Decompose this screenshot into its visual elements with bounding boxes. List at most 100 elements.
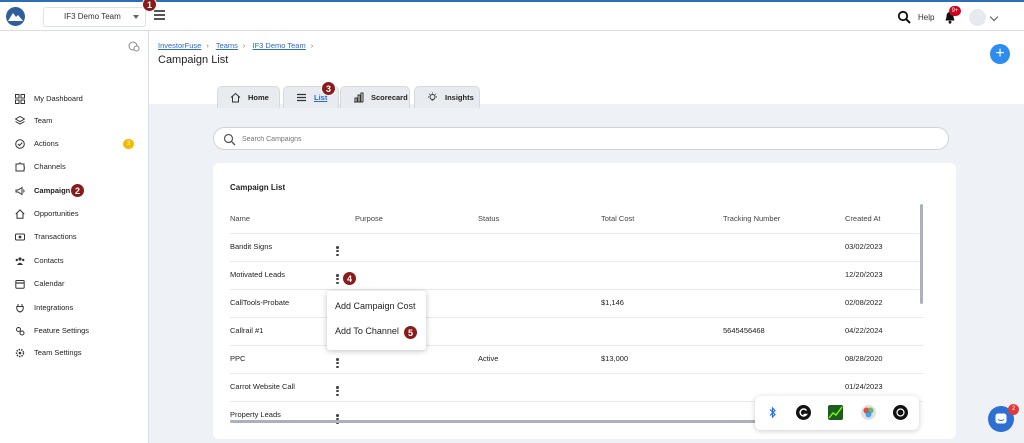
- list-icon: [297, 93, 306, 102]
- search-campaigns: [213, 127, 949, 150]
- team-select-value: IF3 Demo Team: [64, 12, 121, 21]
- cell-tracking: 5645456468: [723, 326, 765, 335]
- add-campaign-button[interactable]: +: [990, 44, 1010, 64]
- cell-cost: $13,000: [601, 354, 629, 363]
- cell-created: 03/02/2023: [845, 242, 883, 251]
- column-header-total-cost[interactable]: Total Cost: [601, 214, 634, 223]
- bar-chart-icon: [354, 92, 364, 103]
- extension-tray: [755, 396, 919, 430]
- step-marker: 3: [321, 81, 336, 96]
- sidebar-item-team-settings[interactable]: Team Settings: [15, 345, 140, 361]
- breadcrumb-teams[interactable]: Teams: [216, 41, 238, 50]
- color-picker-icon[interactable]: [861, 405, 876, 420]
- search-icon: [223, 133, 236, 146]
- layers-icon: [15, 116, 25, 125]
- tab-label: Scorecard: [371, 93, 408, 102]
- sidebar-item-label: Calendar: [34, 279, 65, 288]
- cell-cost: $1,146: [601, 298, 624, 307]
- sidebar-item-label: Team: [34, 116, 53, 125]
- team-select[interactable]: IF3 Demo Team: [43, 7, 146, 27]
- more-vertical-icon[interactable]: [336, 274, 339, 285]
- tab-home[interactable]: Home: [217, 86, 280, 108]
- sidebar-item-integrations[interactable]: Integrations: [15, 300, 140, 316]
- sidebar-item-label: Team Settings: [34, 348, 82, 357]
- more-vertical-icon[interactable]: [336, 358, 339, 369]
- cell-created: 04/22/2024: [845, 326, 883, 335]
- notification-badge: 9+: [949, 6, 961, 16]
- bluetooth-icon[interactable]: [765, 405, 780, 420]
- megaphone-icon: [15, 186, 25, 196]
- tab-insights[interactable]: Insights: [414, 86, 480, 108]
- home-icon: [15, 209, 25, 219]
- breadcrumb-team[interactable]: IF3 Demo Team: [253, 41, 306, 50]
- sidebar-item-label: My Dashboard: [34, 94, 83, 103]
- sidebar-item-label: Campaigns: [34, 186, 75, 195]
- users-icon: [15, 257, 25, 265]
- settings-icon[interactable]: [128, 40, 140, 52]
- sidebar-item-label: Channels: [34, 162, 66, 171]
- column-header-purpose[interactable]: Purpose: [355, 214, 383, 223]
- cogs-icon: [16, 327, 25, 336]
- calendar-icon: [15, 280, 25, 289]
- table-row[interactable]: Bandit Signs 03/02/2023: [230, 233, 923, 261]
- breadcrumb: InvestorFuse › Teams › IF3 Demo Team ›: [158, 41, 314, 50]
- add-to-channel-item[interactable]: Add To Channel: [335, 326, 399, 336]
- cell-name: Property Leads: [230, 410, 281, 419]
- cell-name: Bandit Signs: [230, 242, 273, 251]
- home-icon: [230, 92, 241, 103]
- app-logo-icon[interactable]: [6, 7, 25, 26]
- chevron-down-icon[interactable]: [989, 12, 999, 22]
- chart-extension-icon[interactable]: [828, 405, 843, 420]
- more-vertical-icon[interactable]: [336, 246, 339, 257]
- avatar[interactable]: [969, 9, 986, 26]
- sidebar-item-my-dashboard[interactable]: My Dashboard: [15, 91, 140, 107]
- plug-icon: [16, 304, 24, 313]
- chat-badge: 2: [1008, 404, 1019, 415]
- search-input[interactable]: [242, 131, 932, 147]
- grammarly-icon[interactable]: [796, 405, 811, 420]
- sidebar-item-actions[interactable]: Actions 3: [15, 136, 140, 152]
- puzzle-icon: [15, 162, 25, 172]
- table-row[interactable]: Motivated Leads 12/20/2023: [230, 261, 923, 289]
- column-header-status[interactable]: Status: [478, 214, 499, 223]
- grid-icon: [15, 94, 25, 104]
- cell-created: 08/28/2020: [845, 354, 883, 363]
- cell-created: 02/08/2022: [845, 298, 883, 307]
- cell-name: PPC: [230, 354, 246, 363]
- cell-status: Active: [478, 354, 499, 363]
- sidebar-item-label: Feature Settings: [34, 326, 90, 335]
- sidebar-item-transactions[interactable]: Transactions: [15, 229, 140, 245]
- sidebar-item-contacts[interactable]: Contacts: [15, 253, 140, 269]
- vertical-scrollbar[interactable]: [920, 204, 923, 304]
- row-action-menu: Add Campaign Cost Add To Channel: [327, 291, 426, 350]
- tab-scorecard[interactable]: Scorecard: [340, 86, 410, 108]
- sidebar-item-team[interactable]: Team: [15, 113, 140, 129]
- search-icon[interactable]: [897, 10, 911, 24]
- more-vertical-icon[interactable]: [336, 386, 339, 397]
- cell-created: 01/24/2023: [845, 382, 883, 391]
- sidebar-item-channels[interactable]: Channels: [15, 159, 140, 175]
- sidebar-item-opportunities[interactable]: Opportunities: [15, 206, 140, 222]
- sidebar-item-feature-settings[interactable]: Feature Settings: [15, 323, 140, 339]
- extension-icon[interactable]: [893, 405, 908, 420]
- step-marker: 2: [70, 183, 85, 198]
- chevron-down-icon: [133, 15, 139, 19]
- sidebar-item-label: Actions: [34, 139, 59, 148]
- card-title: Campaign List: [230, 183, 286, 192]
- lightbulb-icon: [428, 92, 437, 101]
- sidebar-item-calendar[interactable]: Calendar: [15, 276, 140, 292]
- tab-label: Insights: [445, 93, 474, 102]
- gear-icon: [15, 348, 25, 358]
- add-campaign-cost-item[interactable]: Add Campaign Cost: [335, 301, 416, 311]
- cell-name: Carrot Website Call: [230, 382, 295, 391]
- column-header-name[interactable]: Name: [230, 214, 250, 223]
- help-link[interactable]: Help: [918, 13, 934, 22]
- column-header-created-at[interactable]: Created At: [845, 214, 880, 223]
- sidebar-item-label: Transactions: [34, 232, 77, 241]
- column-header-tracking-number[interactable]: Tracking Number: [723, 214, 780, 223]
- menu-toggle-icon[interactable]: [154, 10, 165, 20]
- cell-name: Motivated Leads: [230, 270, 286, 279]
- breadcrumb-investorfuse[interactable]: InvestorFuse: [158, 41, 201, 50]
- step-marker: 5: [403, 325, 418, 340]
- cell-name: CallTools-Probate: [230, 298, 290, 307]
